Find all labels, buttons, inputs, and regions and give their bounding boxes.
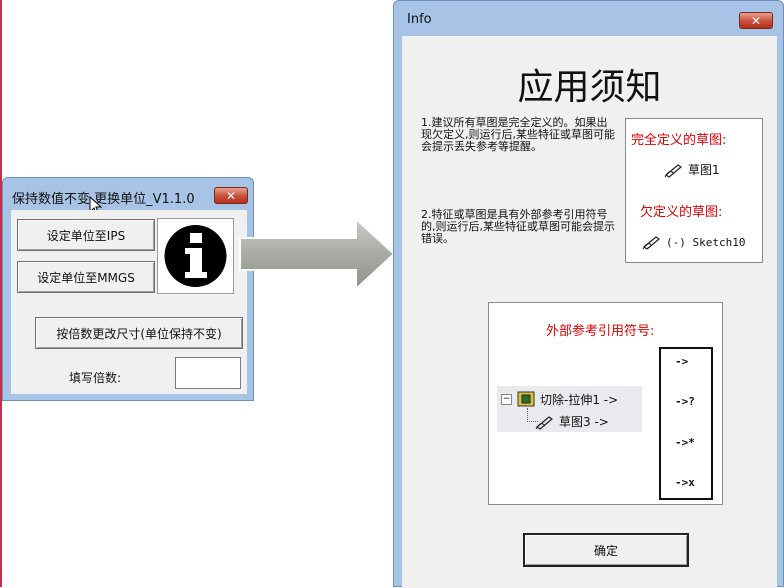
external-reference-panel: 外部参考引用符号: − 切除-拉伸1 -> 草图3 -> -> ->? ->* …	[488, 302, 723, 505]
info-dialog: Info ✕ 应用须知 1.建议所有草图是完全定义的。如果出现欠定义,则运行后,…	[393, 0, 784, 588]
sketch-definition-panel: 完全定义的草图: 草图1 欠定义的草图: (-) Sketch10	[625, 118, 763, 263]
under-defined-sketch-name: (-) Sketch10	[666, 235, 746, 249]
multiplier-label: 填写倍数:	[69, 371, 122, 385]
set-ips-button-label: 设定单位至IPS	[46, 228, 126, 243]
info-client-area: 应用须知 1.建议所有草图是完全定义的。如果出现欠定义,则运行后,某些特征或草图…	[402, 36, 777, 588]
unit-change-dialog: 保持数值不变,更换单位_V1.1.0 ✕ 设定单位至IPS 设定单位至MMGS …	[2, 177, 254, 401]
sketch-icon	[664, 163, 683, 178]
close-icon: ✕	[750, 14, 762, 28]
symbol-reference-unknown: ->?	[675, 395, 695, 408]
flow-arrow-icon	[239, 217, 396, 291]
info-dialog-title: Info	[407, 12, 432, 27]
ok-button-label: 确定	[593, 543, 618, 558]
symbol-reference-locked: ->*	[675, 436, 695, 449]
note-external-reference: 2.特征或草图是具有外部参考引用符号的,则运行后,某些特征或草图可能会提示错误。	[421, 208, 615, 245]
info-icon	[164, 225, 227, 287]
sketch-icon	[535, 415, 554, 430]
under-defined-label: 欠定义的草图:	[640, 205, 723, 220]
fully-defined-sketch-name: 草图1	[688, 163, 720, 177]
info-heading: 应用须知	[517, 67, 662, 108]
under-defined-sketch-item: (-) Sketch10	[642, 234, 745, 250]
symbol-reference: ->	[675, 355, 689, 368]
external-reference-label: 外部参考引用符号:	[546, 324, 655, 339]
tree-sketch-item: 草图3 ->	[535, 413, 609, 430]
scale-dimensions-button[interactable]: 按倍数更改尺寸(单位保持不变)	[35, 317, 243, 349]
tree-expand-toggle[interactable]: −	[501, 393, 512, 405]
dialog-title: 保持数值不变,更换单位_V1.1.0	[12, 192, 195, 207]
info-button[interactable]	[157, 218, 234, 294]
tree-feature-item: − 切除-拉伸1 ->	[501, 390, 618, 408]
ok-button[interactable]: 确定	[523, 533, 689, 567]
set-mmgs-button[interactable]: 设定单位至MMGS	[17, 261, 155, 293]
tree-feature-name: 切除-拉伸1 ->	[540, 392, 619, 407]
tree-sketch-name: 草图3 ->	[559, 415, 609, 429]
close-button[interactable]: ✕	[214, 187, 248, 204]
symbol-reference-broken: ->x	[675, 476, 695, 489]
scale-dimensions-button-label: 按倍数更改尺寸(单位保持不变)	[56, 326, 222, 341]
dialog-client-area: 设定单位至IPS 设定单位至MMGS 按倍数更改尺寸(单位保持不变) 填写倍数:	[11, 210, 247, 394]
note-fully-defined: 1.建议所有草图是完全定义的。如果出现欠定义,则运行后,某些特征或草图可能会提示…	[421, 116, 615, 153]
multiplier-input[interactable]	[175, 357, 241, 389]
info-close-button[interactable]: ✕	[739, 12, 773, 29]
fully-defined-sketch-item: 草图1	[664, 161, 720, 178]
sketch-icon	[642, 236, 661, 250]
close-icon: ✕	[225, 189, 237, 203]
reference-symbol-box: -> ->? ->* ->x	[659, 347, 713, 500]
set-ips-button[interactable]: 设定单位至IPS	[17, 219, 155, 251]
cut-extrude-feature-icon	[517, 391, 535, 407]
set-mmgs-button-label: 设定单位至MMGS	[37, 270, 135, 285]
fully-defined-label: 完全定义的草图:	[631, 133, 727, 148]
